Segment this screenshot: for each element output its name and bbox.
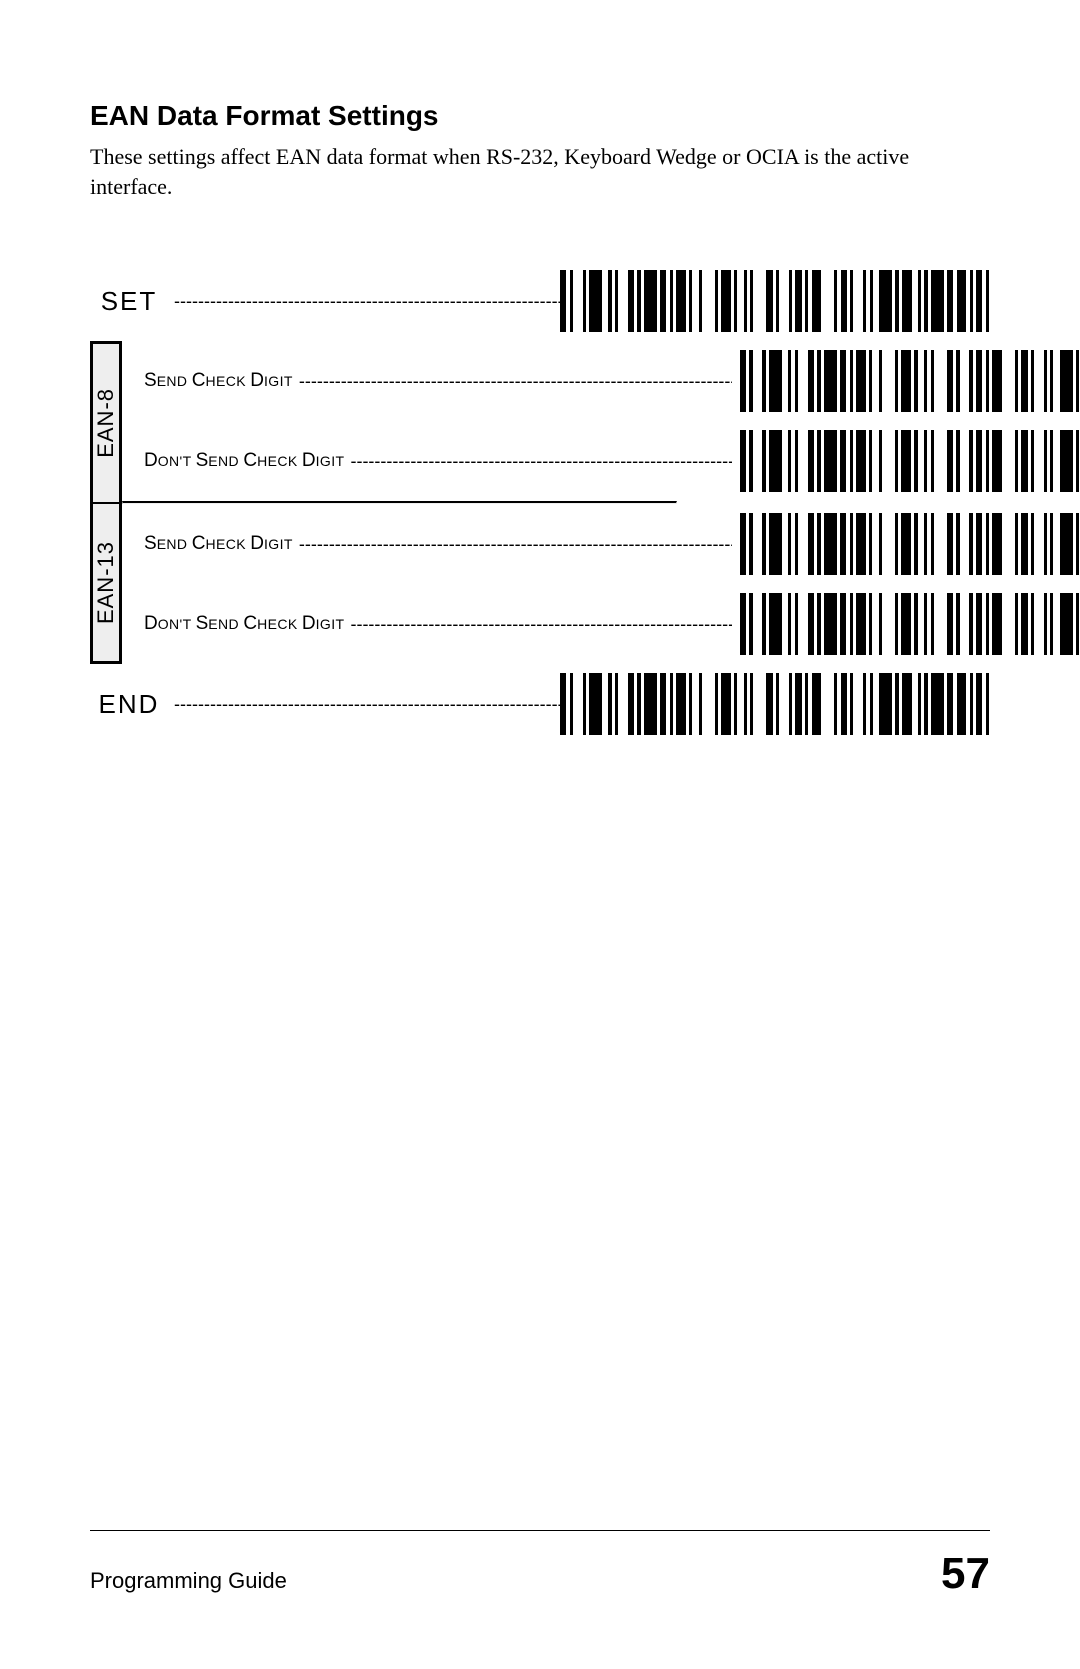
group-sidebar: EAN-8 EAN-13 <box>90 341 122 664</box>
set-row: SET <box>90 261 990 341</box>
option-label: DON'T SEND CHECK DIGIT <box>122 450 350 472</box>
group-ean8: EAN-8 <box>93 344 119 502</box>
end-row: END <box>90 664 990 744</box>
option-barcode <box>740 513 1080 575</box>
option-dashes <box>299 371 732 392</box>
settings-diagram: SET EAN-8 EAN-13 SEND CHECK DIGIT <box>90 261 990 744</box>
ean13-options: SEND CHECK DIGIT DON'T SEND CHECK DIGIT <box>122 504 1080 664</box>
option-dashes <box>350 614 731 635</box>
ean8-options: SEND CHECK DIGIT DON'T SEND CHECK DIGIT <box>122 341 1080 501</box>
option-barcode <box>740 593 1080 655</box>
group-label-ean8: EAN-8 <box>93 388 119 458</box>
intro-text: These settings affect EAN data format wh… <box>90 142 990 201</box>
end-dashes <box>168 694 560 715</box>
page-footer: Programming Guide 57 <box>90 1530 990 1599</box>
option-row: DON'T SEND CHECK DIGIT <box>122 421 1080 501</box>
set-dashes <box>168 291 560 312</box>
set-marker: SET <box>90 286 168 317</box>
section-title: EAN Data Format Settings <box>90 100 990 132</box>
option-label: DON'T SEND CHECK DIGIT <box>122 613 350 635</box>
end-marker: END <box>90 689 168 720</box>
option-row: SEND CHECK DIGIT <box>122 341 1080 421</box>
end-barcode <box>560 673 990 735</box>
option-barcode <box>740 430 1080 492</box>
option-dashes <box>299 534 732 555</box>
set-barcode <box>560 270 990 332</box>
group-ean13: EAN-13 <box>93 502 119 662</box>
page-number: 57 <box>941 1549 990 1599</box>
option-label: SEND CHECK DIGIT <box>122 533 299 555</box>
option-dashes <box>350 451 731 472</box>
option-row: DON'T SEND CHECK DIGIT <box>122 584 1080 664</box>
option-label: SEND CHECK DIGIT <box>122 370 299 392</box>
option-barcode <box>740 350 1080 412</box>
option-row: SEND CHECK DIGIT <box>122 504 1080 584</box>
group-label-ean13: EAN-13 <box>93 541 119 624</box>
footer-guide: Programming Guide <box>90 1568 287 1594</box>
